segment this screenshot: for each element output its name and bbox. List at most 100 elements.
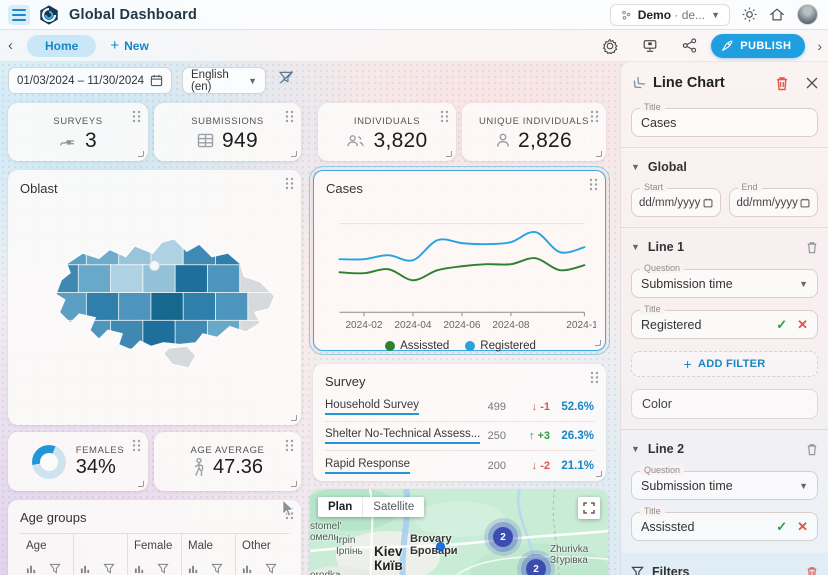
oblast-map-card[interactable]: Oblast xyxy=(8,170,301,425)
resize-handle[interactable] xyxy=(446,151,452,157)
map-satellite-button[interactable]: Satellite xyxy=(362,497,424,517)
fullscreen-button[interactable] xyxy=(578,497,600,519)
settings-gear-icon[interactable] xyxy=(602,38,618,54)
map-cluster-marker[interactable]: 2 xyxy=(526,559,546,575)
age-groups-table-card[interactable]: Age groups Age Female Male Other xyxy=(8,500,301,575)
cases-line-chart-card[interactable]: Cases 2024-02 2024-04 2024-06 2024-08 2024-1… xyxy=(309,166,610,355)
line2-question-select[interactable]: Question Submission time ▼ xyxy=(631,465,818,500)
drag-handle-icon[interactable] xyxy=(590,110,599,123)
section-label: Filters xyxy=(652,565,690,575)
stat-card-unique-individuals[interactable]: UNIQUE INDIVIDUALS 2,826 xyxy=(462,103,606,161)
clear-filters-icon[interactable] xyxy=(278,70,295,85)
drag-handle-icon[interactable] xyxy=(589,178,598,191)
line1-section-header[interactable]: ▼ Line 1 xyxy=(631,238,818,256)
theme-brightness-icon[interactable] xyxy=(742,7,757,22)
resize-handle[interactable] xyxy=(596,151,602,157)
delete-line-trash-icon[interactable] xyxy=(806,241,818,254)
cancel-x-icon[interactable]: ✕ xyxy=(797,317,808,333)
sort-bars-icon[interactable] xyxy=(26,563,37,574)
drag-handle-icon[interactable] xyxy=(440,110,449,123)
resize-handle[interactable] xyxy=(596,471,602,477)
resize-handle[interactable] xyxy=(595,340,601,346)
drag-handle-icon[interactable] xyxy=(590,371,599,384)
filter-funnel-icon[interactable] xyxy=(265,563,277,574)
survey-name[interactable]: Rapid Response xyxy=(325,458,411,474)
line2-title-input[interactable]: Title Assissted ✓ ✕ xyxy=(631,506,818,541)
drag-handle-icon[interactable] xyxy=(285,439,294,452)
confirm-check-icon[interactable]: ✓ xyxy=(776,519,787,535)
user-avatar[interactable] xyxy=(797,4,818,25)
resize-handle[interactable] xyxy=(291,481,297,487)
confirm-check-icon[interactable]: ✓ xyxy=(776,317,787,333)
delete-line-trash-icon[interactable] xyxy=(806,443,818,456)
new-tab-button[interactable]: + New xyxy=(110,37,148,54)
field-value: Cases xyxy=(641,115,677,130)
filters-section-header[interactable]: Filters xyxy=(631,563,818,575)
ukraine-choropleth-map[interactable] xyxy=(20,200,289,412)
delete-filter-trash-icon[interactable] xyxy=(806,566,818,575)
survey-count: 499 xyxy=(487,401,506,413)
survey-name[interactable]: Shelter No-Technical Assess... xyxy=(325,428,481,444)
resize-handle[interactable] xyxy=(138,481,144,487)
sort-bars-icon[interactable] xyxy=(134,563,145,574)
start-date-input[interactable]: Start dd/mm/yyyy xyxy=(631,182,721,217)
filter-funnel-icon[interactable] xyxy=(49,563,61,574)
map-plan-button[interactable]: Plan xyxy=(318,497,362,517)
filter-funnel-icon[interactable] xyxy=(157,563,169,574)
survey-row[interactable]: Household Survey 499 ↓ -1 52.6% xyxy=(325,393,594,422)
sort-bars-icon[interactable] xyxy=(242,563,253,574)
end-date-input[interactable]: End dd/mm/yyyy xyxy=(728,182,818,217)
share-icon[interactable] xyxy=(682,38,697,53)
person-icon xyxy=(497,133,509,147)
display-present-icon[interactable] xyxy=(642,38,658,54)
top-bar: Global Dashboard Demo · de... ▼ xyxy=(0,0,828,30)
oblast-card-title: Oblast xyxy=(20,181,58,196)
line1-color-field[interactable]: Color xyxy=(631,389,818,419)
drag-handle-icon[interactable] xyxy=(285,110,294,123)
age-average-stat-card[interactable]: AGE AVERAGE 47.36 xyxy=(154,432,301,491)
survey-name[interactable]: Household Survey xyxy=(325,399,419,415)
filter-funnel-icon[interactable] xyxy=(103,563,115,574)
resize-handle[interactable] xyxy=(291,151,297,157)
close-panel-icon[interactable] xyxy=(806,77,818,89)
drag-handle-icon[interactable] xyxy=(285,177,294,190)
section-label: Global xyxy=(647,160,687,174)
language-select[interactable]: English (en) ▼ xyxy=(182,67,266,94)
add-filter-button[interactable]: + ADD FILTER xyxy=(631,351,818,377)
hamburger-menu-icon[interactable] xyxy=(8,4,30,25)
stat-card-surveys[interactable]: SURVEYS 3 xyxy=(8,103,148,161)
workspace-selector[interactable]: Demo · de... ▼ xyxy=(609,3,730,26)
delete-widget-trash-icon[interactable] xyxy=(775,76,789,91)
line2-section-header[interactable]: ▼ Line 2 xyxy=(631,440,818,458)
line1-question-select[interactable]: Question Submission time ▼ xyxy=(631,263,818,298)
line1-title-input[interactable]: Title Registered ✓ ✕ xyxy=(631,304,818,339)
stat-card-individuals[interactable]: INDIVIDUALS 3,820 xyxy=(318,103,456,161)
drag-handle-icon[interactable] xyxy=(132,439,141,452)
forward-chevron-icon[interactable]: › xyxy=(817,38,822,54)
resize-handle[interactable] xyxy=(138,151,144,157)
survey-row[interactable]: Shelter No-Technical Assess... 250 ↑ +3 … xyxy=(325,422,594,451)
survey-row[interactable]: Rapid Response 200 ↓ -2 21.1% xyxy=(325,451,594,480)
home-icon[interactable] xyxy=(769,7,785,22)
collapse-panel-icon[interactable] xyxy=(631,76,646,91)
sort-bars-icon[interactable] xyxy=(80,563,91,574)
drag-handle-icon[interactable] xyxy=(132,110,141,123)
tab-home[interactable]: Home xyxy=(27,34,97,57)
map-cluster-marker[interactable]: 2 xyxy=(493,527,513,547)
females-stat-card[interactable]: FEMALES 34% xyxy=(8,432,148,491)
date-range-input[interactable]: 01/03/2024 – 11/30/2024 xyxy=(8,67,172,94)
chart-title-input[interactable]: Title Cases xyxy=(631,102,818,137)
survey-list-card[interactable]: Survey Household Survey 499 ↓ -1 52.6% S… xyxy=(313,364,606,481)
resize-handle[interactable] xyxy=(291,415,297,421)
calendar-icon[interactable] xyxy=(703,198,713,208)
back-chevron-icon[interactable]: ‹ xyxy=(0,37,21,54)
cancel-x-icon[interactable]: ✕ xyxy=(797,519,808,535)
map-point-marker[interactable] xyxy=(436,542,445,551)
stat-card-submissions[interactable]: SUBMISSIONS 949 xyxy=(154,103,301,161)
global-section-header[interactable]: ▼ Global xyxy=(631,158,818,176)
publish-button[interactable]: PUBLISH xyxy=(711,33,806,58)
filter-funnel-icon[interactable] xyxy=(211,563,223,574)
sort-bars-icon[interactable] xyxy=(188,563,199,574)
calendar-icon[interactable] xyxy=(800,198,810,208)
google-map-card[interactable]: stomel' омель Irpin Ірпінь Kiev Київ Brovar… xyxy=(310,489,608,575)
